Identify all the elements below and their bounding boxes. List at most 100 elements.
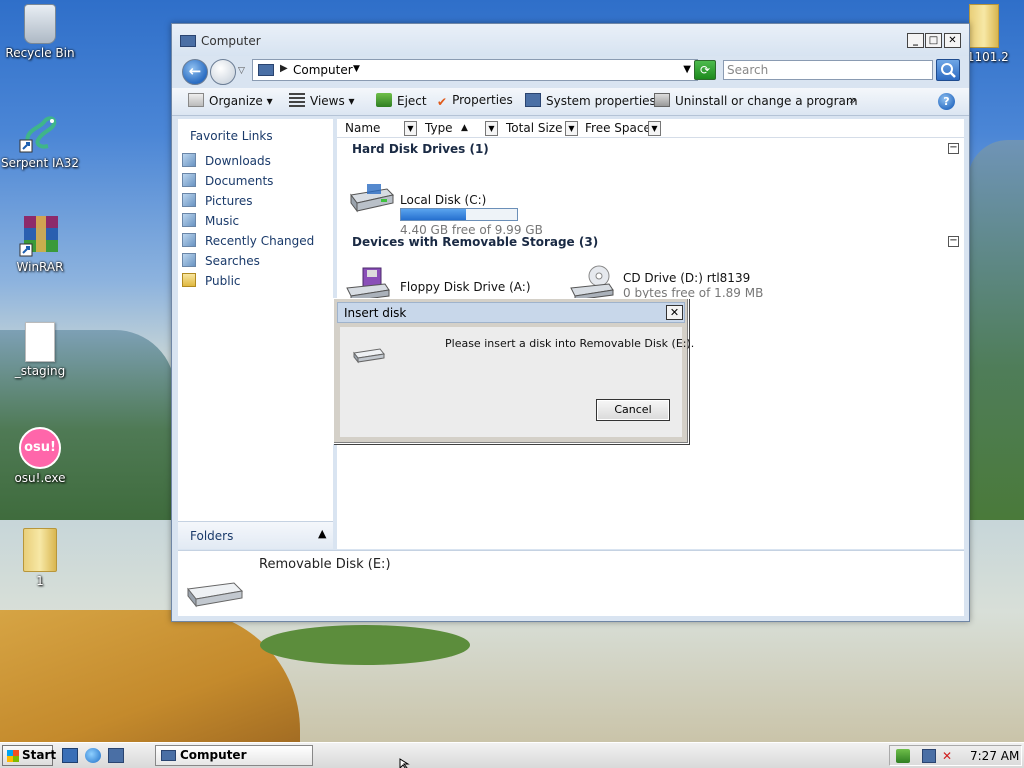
serpent-icon [18, 110, 62, 154]
window-title: Computer [201, 34, 261, 48]
dialog-title: Insert disk [344, 306, 407, 320]
help-icon[interactable]: ? [938, 93, 955, 110]
group-header-removable[interactable]: Devices with Removable Storage (3) [352, 235, 598, 249]
clock[interactable]: 7:27 AM [970, 749, 1019, 763]
search-placeholder: Search [727, 63, 769, 77]
column-free-space-filter[interactable]: ▼ [648, 121, 661, 136]
views-button[interactable]: Views ▾ [289, 93, 355, 108]
group-header-hdd[interactable]: Hard Disk Drives (1) [352, 142, 489, 156]
safely-remove-hardware-icon[interactable] [896, 749, 910, 763]
show-desktop-icon[interactable] [62, 748, 78, 763]
file-icon [25, 322, 55, 362]
column-header-row: Name ▼ Type ▲ ▼ Total Size ▼ Free Space … [337, 119, 964, 138]
winrar-icon [18, 214, 62, 258]
chevron-up-icon: ▲ [318, 527, 327, 540]
computer-quicklaunch-icon[interactable] [108, 748, 124, 763]
navigation-pane: Favorite Links Downloads Documents Pictu… [178, 119, 333, 549]
programs-icon [654, 93, 670, 107]
network-icon[interactable] [922, 749, 936, 763]
address-breadcrumb[interactable]: Computer [293, 63, 353, 77]
downloads-icon [182, 153, 196, 167]
folder-icon [182, 273, 196, 287]
dialog-close-button[interactable]: ✕ [666, 305, 683, 320]
address-history-dropdown[interactable]: ▼ [683, 64, 691, 75]
window-titlebar[interactable]: Computer _ □ ✕ [172, 24, 969, 56]
nav-link-downloads[interactable]: Downloads [182, 153, 271, 168]
search-input[interactable]: Search [723, 60, 933, 80]
desktop-icon-osu[interactable]: osu! osu!.exe [0, 427, 80, 485]
nav-link-searches[interactable]: Searches [182, 253, 260, 268]
desktop-icon-label: Recycle Bin [5, 46, 75, 60]
eject-button[interactable]: Eject [376, 93, 427, 108]
forward-button[interactable] [210, 59, 236, 85]
search-button[interactable] [936, 59, 960, 81]
desktop-icon-staging[interactable]: _staging [0, 322, 80, 378]
maximize-button[interactable]: □ [925, 33, 942, 48]
volume-muted-icon[interactable]: ✕ [942, 749, 956, 763]
back-button[interactable]: ← [182, 59, 208, 85]
floppy-drive-icon [346, 267, 390, 302]
osu-icon: osu! [19, 427, 61, 469]
disk-usage-bar [400, 208, 518, 221]
dialog-titlebar[interactable]: Insert disk ✕ [337, 302, 685, 323]
command-toolbar: Organize ▾ Views ▾ Eject ✔ Properties Sys… [172, 88, 969, 116]
toolbar-overflow-button[interactable]: » [849, 93, 856, 107]
folders-label: Folders [190, 529, 234, 543]
cd-drive-icon [570, 265, 614, 300]
collapse-icon[interactable]: − [948, 236, 959, 247]
breadcrumb-arrow-icon[interactable]: ▶ [280, 63, 288, 74]
column-name[interactable]: Name [345, 121, 380, 135]
pictures-icon [182, 193, 196, 207]
nav-link-recently-changed[interactable]: Recently Changed [182, 233, 314, 248]
removable-disk-icon [187, 582, 244, 608]
column-free-space[interactable]: Free Space [585, 121, 651, 135]
uninstall-program-button[interactable]: Uninstall or change a program [654, 93, 858, 108]
desktop-icon-serpent[interactable]: Serpent IA32 [0, 110, 80, 170]
windows-logo-icon [7, 750, 19, 762]
details-item-name: Removable Disk (E:) [259, 557, 391, 572]
computer-icon [161, 750, 176, 761]
documents-icon [182, 173, 196, 187]
breadcrumb-dropdown-icon[interactable]: ▼ [353, 64, 360, 74]
desktop-icon-recycle-bin[interactable]: Recycle Bin [0, 4, 80, 60]
search-icon [941, 63, 956, 78]
recently-changed-icon [182, 233, 196, 247]
column-total-size[interactable]: Total Size [506, 121, 562, 135]
nav-link-public[interactable]: Public [182, 273, 241, 288]
checkmark-icon: ✔ [437, 95, 448, 109]
desktop-icon-folder-1[interactable]: 1 [0, 528, 80, 588]
internet-explorer-icon[interactable] [85, 748, 101, 763]
start-button[interactable]: Start [2, 745, 56, 766]
taskbar-button-computer[interactable]: Computer [155, 745, 313, 766]
properties-button[interactable]: ✔ Properties [437, 93, 513, 109]
wallpaper-island [260, 625, 470, 665]
nav-link-documents[interactable]: Documents [182, 173, 273, 188]
desktop-icon-label: Serpent IA32 [0, 156, 80, 170]
desktop-icon-winrar[interactable]: WinRAR [0, 214, 80, 274]
dialog-body: Please insert a disk into Removable Disk… [340, 327, 694, 437]
column-total-size-filter[interactable]: ▼ [565, 121, 578, 136]
column-type[interactable]: Type [425, 121, 453, 135]
system-tray: ✕ 7:27 AM [889, 745, 1022, 766]
favorite-links-heading: Favorite Links [190, 129, 273, 143]
recent-pages-dropdown[interactable]: ▽ [238, 66, 245, 76]
cancel-button[interactable]: Cancel [596, 399, 670, 421]
folder-icon [23, 528, 57, 572]
folder-icon [969, 4, 999, 48]
nav-link-music[interactable]: Music [182, 213, 239, 228]
column-type-filter[interactable]: ▼ [485, 121, 498, 136]
nav-link-pictures[interactable]: Pictures [182, 193, 253, 208]
minimize-button[interactable]: _ [907, 33, 924, 48]
collapse-icon[interactable]: − [948, 143, 959, 154]
address-bar[interactable]: ▶ Computer ▼ ▼ [252, 59, 698, 81]
wallpaper-hill-right [968, 140, 1024, 520]
folders-toggle[interactable]: Folders ▲ [178, 521, 333, 549]
recycle-bin-icon [24, 4, 56, 44]
column-name-filter[interactable]: ▼ [404, 121, 417, 136]
searches-icon [182, 253, 196, 267]
close-button[interactable]: ✕ [944, 33, 961, 48]
hard-drive-icon [350, 184, 394, 213]
refresh-button[interactable]: ⟳ [694, 60, 716, 80]
system-properties-button[interactable]: System properties [525, 93, 656, 108]
organize-button[interactable]: Organize ▾ [188, 93, 273, 108]
